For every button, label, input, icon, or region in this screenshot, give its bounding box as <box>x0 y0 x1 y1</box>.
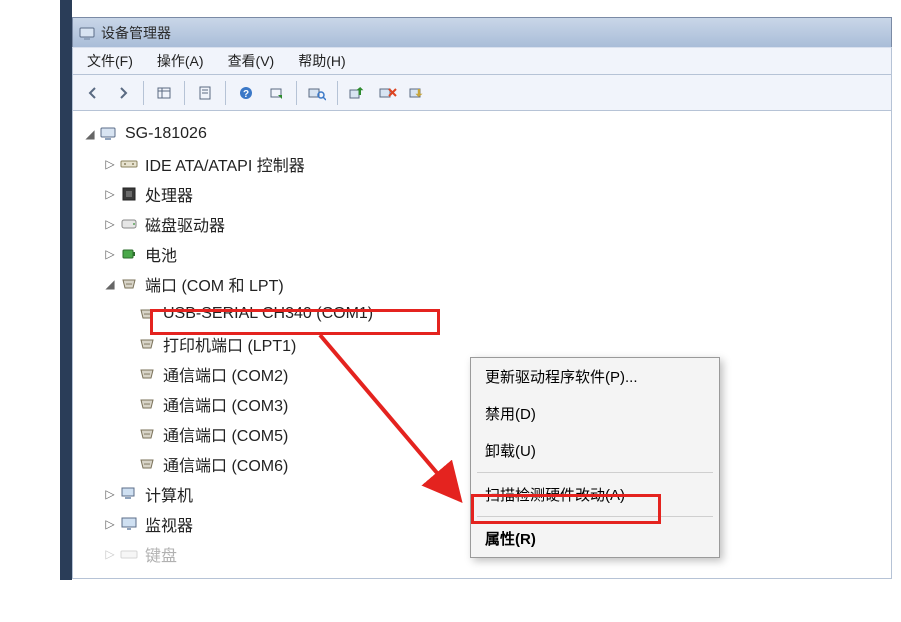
tree-item-label: 通信端口 (COM5) <box>161 421 290 447</box>
port-icon <box>137 364 157 384</box>
menu-item-update-driver[interactable]: 更新驱动程序软件(P)... <box>471 358 719 395</box>
tree-item-label: 磁盘驱动器 <box>143 211 227 237</box>
expand-icon[interactable]: ▷ <box>103 157 117 171</box>
menu-bar: 文件(F) 操作(A) 查看(V) 帮助(H) <box>72 47 892 75</box>
tree-item-label: 打印机端口 (LPT1) <box>161 331 298 357</box>
disk-icon <box>119 214 139 234</box>
toolbar-back-button[interactable] <box>79 79 107 107</box>
tree-root[interactable]: ◢ SG-181026 <box>83 119 891 149</box>
toolbar-separator <box>296 81 297 105</box>
expand-icon[interactable]: ▷ <box>103 217 117 231</box>
tree-item-label: SG-181026 <box>123 124 209 144</box>
tree-item-label: 端口 (COM 和 LPT) <box>143 271 286 297</box>
toolbar-properties-button[interactable] <box>191 79 219 107</box>
device-manager-window: 设备管理器 文件(F) 操作(A) 查看(V) 帮助(H) ? ◢ SG-181… <box>72 17 892 579</box>
tree-item-label: IDE ATA/ATAPI 控制器 <box>143 151 307 177</box>
port-icon <box>119 274 139 294</box>
menu-item-properties[interactable]: 属性(R) <box>471 520 719 557</box>
menu-item-disable[interactable]: 禁用(D) <box>471 395 719 432</box>
port-icon <box>137 454 157 474</box>
menu-help[interactable]: 帮助(H) <box>292 47 351 75</box>
port-icon <box>137 424 157 444</box>
tree-node-battery[interactable]: ▷ 电池 <box>83 239 891 269</box>
toolbar-separator <box>143 81 144 105</box>
expand-icon[interactable]: ▷ <box>103 517 117 531</box>
app-icon <box>79 25 95 41</box>
toolbar-small-button[interactable] <box>262 79 290 107</box>
ide-controller-icon <box>119 154 139 174</box>
context-menu: 更新驱动程序软件(P)... 禁用(D) 卸载(U) 扫描检测硬件改动(A) 属… <box>470 357 720 558</box>
collapse-icon[interactable]: ◢ <box>83 127 97 141</box>
tree-item-label: 键盘 <box>143 541 179 567</box>
window-title: 设备管理器 <box>101 23 171 43</box>
port-icon <box>137 334 157 354</box>
tree-item-label: 计算机 <box>143 481 195 507</box>
tree-item-label: 通信端口 (COM3) <box>161 391 290 417</box>
toolbar-update-driver-button[interactable] <box>344 79 372 107</box>
menu-item-uninstall[interactable]: 卸载(U) <box>471 432 719 469</box>
menu-separator <box>477 472 713 473</box>
expand-icon[interactable]: ▷ <box>103 487 117 501</box>
toolbar-separator <box>184 81 185 105</box>
expand-icon[interactable]: ▷ <box>103 247 117 261</box>
toolbar-disable-button[interactable] <box>404 79 432 107</box>
tree-item-port[interactable]: 打印机端口 (LPT1) <box>83 329 891 359</box>
tree-item-label: 处理器 <box>143 181 195 207</box>
svg-text:?: ? <box>243 89 249 100</box>
toolbar-details-button[interactable] <box>150 79 178 107</box>
expand-icon[interactable]: ▷ <box>103 547 117 561</box>
expand-icon[interactable]: ▷ <box>103 187 117 201</box>
cpu-icon <box>119 184 139 204</box>
title-bar[interactable]: 设备管理器 <box>72 17 892 47</box>
monitor-icon <box>119 514 139 534</box>
toolbar-separator <box>225 81 226 105</box>
menu-action[interactable]: 操作(A) <box>151 47 210 75</box>
menu-view[interactable]: 查看(V) <box>222 47 281 75</box>
tree-item-label: 通信端口 (COM2) <box>161 361 290 387</box>
toolbar: ? <box>72 75 892 111</box>
computer-icon <box>99 124 119 144</box>
tree-node-processor[interactable]: ▷ 处理器 <box>83 179 891 209</box>
tree-area: ◢ SG-181026 ▷ IDE ATA/ATAPI 控制器 ▷ 处理器 ▷ … <box>72 111 892 579</box>
menu-item-scan-hardware[interactable]: 扫描检测硬件改动(A) <box>471 476 719 513</box>
tree-node-ide[interactable]: ▷ IDE ATA/ATAPI 控制器 <box>83 149 891 179</box>
keyboard-icon <box>119 544 139 564</box>
tree-item-label: USB-SERIAL CH340 (COM1) <box>161 304 375 324</box>
tree-item-label: 通信端口 (COM6) <box>161 451 290 477</box>
toolbar-scan-button[interactable] <box>303 79 331 107</box>
tree-node-disk[interactable]: ▷ 磁盘驱动器 <box>83 209 891 239</box>
battery-icon <box>119 244 139 264</box>
menu-separator <box>477 516 713 517</box>
tree-item-port[interactable]: USB-SERIAL CH340 (COM1) <box>83 299 891 329</box>
toolbar-forward-button[interactable] <box>109 79 137 107</box>
menu-file[interactable]: 文件(F) <box>81 47 139 75</box>
port-icon <box>137 304 157 324</box>
tree-item-label: 监视器 <box>143 511 195 537</box>
remnant-edge <box>60 0 72 580</box>
toolbar-uninstall-button[interactable] <box>374 79 402 107</box>
tree-node-ports[interactable]: ◢ 端口 (COM 和 LPT) <box>83 269 891 299</box>
toolbar-separator <box>337 81 338 105</box>
collapse-icon[interactable]: ◢ <box>103 277 117 291</box>
computer-category-icon <box>119 484 139 504</box>
port-icon <box>137 394 157 414</box>
toolbar-help-button[interactable]: ? <box>232 79 260 107</box>
tree-item-label: 电池 <box>143 241 179 267</box>
